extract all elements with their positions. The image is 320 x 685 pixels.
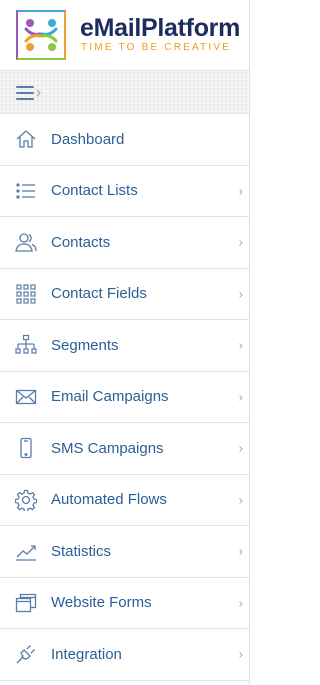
envelope-icon: [15, 386, 37, 408]
grid-icon: [15, 283, 37, 305]
chevron-right-icon: ›: [238, 183, 243, 199]
sidebar-item-label: Integration: [51, 645, 122, 663]
sidebar-item-label: Website Forms: [51, 594, 152, 612]
chevron-right-icon: ›: [238, 286, 243, 302]
plug-icon: [15, 643, 37, 665]
sidebar-item-integration[interactable]: Integration ›: [0, 629, 249, 681]
logo: [16, 10, 66, 60]
sidebar-item-label: Email Campaigns: [51, 388, 169, 406]
chart-icon: [15, 540, 37, 562]
sidebar-item-statistics[interactable]: Statistics ›: [0, 526, 249, 578]
sidebar-item-website-forms[interactable]: Website Forms ›: [0, 577, 249, 629]
sidebar-item-contact-fields[interactable]: Contact Fields ›: [0, 268, 249, 320]
chevron-right-icon: ›: [238, 337, 243, 353]
home-icon: [15, 128, 37, 150]
sidebar-item-label: Segments: [51, 336, 119, 354]
sidebar-toggle-bar: [0, 70, 249, 114]
sidebar-item-label: Dashboard: [51, 130, 125, 148]
sidebar: eMailPlatform TIME TO BE CREATIVE Dashbo…: [0, 0, 250, 685]
chevron-right-icon: ›: [238, 492, 243, 508]
sidebar-nav: Dashboard Contact Lists › Contacts › Con…: [0, 114, 249, 681]
users-icon: [15, 231, 37, 253]
sidebar-item-label: Contact Lists: [51, 182, 138, 200]
brand-name: eMailPlatform: [80, 14, 241, 42]
gear-icon: [15, 489, 37, 511]
mobile-icon: [15, 437, 37, 459]
sitemap-icon: [15, 334, 37, 356]
chevron-right-icon: ›: [238, 646, 243, 662]
brand-header[interactable]: eMailPlatform TIME TO BE CREATIVE: [0, 0, 249, 70]
sidebar-item-label: SMS Campaigns: [51, 439, 164, 457]
list-icon: [15, 180, 37, 202]
brand-tagline: TIME TO BE CREATIVE: [81, 42, 232, 53]
sidebar-item-label: Contacts: [51, 233, 111, 251]
sidebar-item-dashboard[interactable]: Dashboard: [0, 114, 249, 166]
sidebar-item-label: Contact Fields: [51, 285, 147, 303]
sidebar-item-automated-flows[interactable]: Automated Flows ›: [0, 474, 249, 526]
sidebar-item-contacts[interactable]: Contacts ›: [0, 217, 249, 269]
windows-icon: [15, 592, 37, 614]
sidebar-item-email-campaigns[interactable]: Email Campaigns ›: [0, 371, 249, 423]
menu-collapse-icon: [16, 86, 41, 100]
chevron-right-icon: ›: [238, 543, 243, 559]
sidebar-item-sms-campaigns[interactable]: SMS Campaigns ›: [0, 423, 249, 475]
sidebar-item-contact-lists[interactable]: Contact Lists ›: [0, 165, 249, 217]
logo-mark-icon: [24, 19, 58, 51]
sidebar-item-label: Automated Flows: [51, 491, 167, 509]
sidebar-toggle-button[interactable]: [14, 83, 42, 103]
chevron-right-icon: ›: [238, 595, 243, 611]
sidebar-item-label: Statistics: [51, 542, 112, 560]
sidebar-item-segments[interactable]: Segments ›: [0, 320, 249, 372]
chevron-right-icon: ›: [238, 440, 243, 456]
chevron-right-icon: ›: [238, 389, 243, 405]
chevron-right-icon: ›: [238, 234, 243, 250]
